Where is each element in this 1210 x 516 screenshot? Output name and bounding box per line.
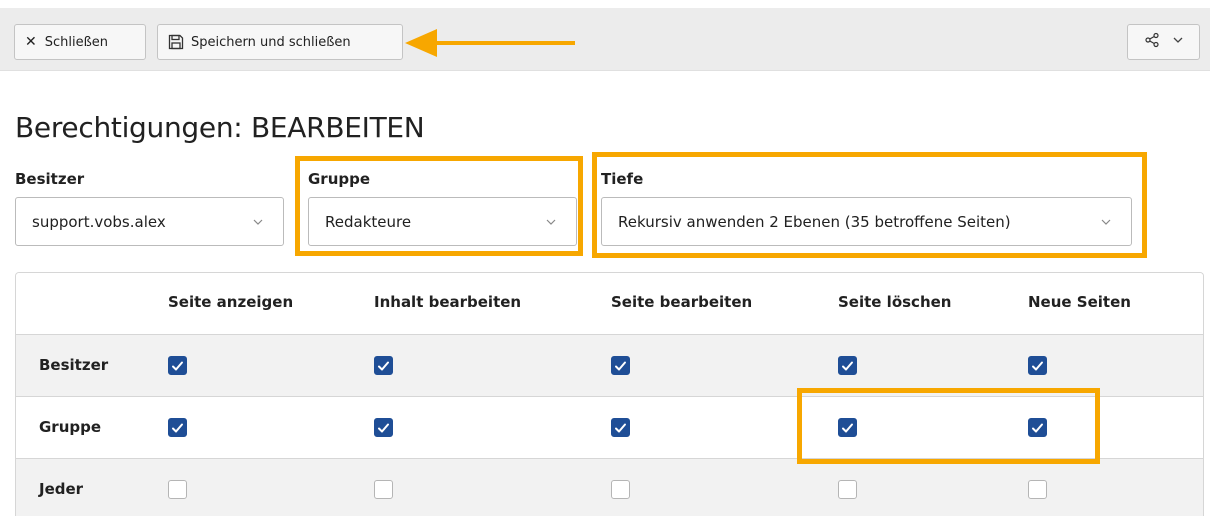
row-header: Besitzer (39, 356, 109, 374)
checkbox-edit-page[interactable] (611, 480, 630, 499)
chevron-down-icon (546, 219, 556, 225)
checkbox-delete-page[interactable] (838, 356, 857, 375)
column-header: Inhalt bearbeiten (374, 293, 522, 311)
save-and-close-label: Speichern und schließen (191, 34, 351, 50)
check-icon (1032, 423, 1043, 433)
checkbox-view-page[interactable] (168, 356, 187, 375)
checkbox-view-page[interactable] (168, 480, 187, 499)
toolbar: ✕ Schließen Speichern und schließen (0, 0, 1210, 78)
table-row: Besitzer (16, 334, 1203, 396)
owner-select-value: support.vobs.alex (32, 212, 166, 231)
group-select[interactable]: Redakteure (308, 197, 577, 246)
checkbox-edit-page[interactable] (611, 356, 630, 375)
column-header: Seite anzeigen (168, 293, 294, 311)
close-button[interactable]: ✕ Schließen (14, 24, 146, 60)
column-header: Seite löschen (838, 293, 952, 311)
row-header: Gruppe (39, 418, 102, 436)
permissions-table: Seite anzeigen Inhalt bearbeiten Seite b… (15, 272, 1204, 516)
checkbox-edit-page[interactable] (611, 418, 630, 437)
depth-label: Tiefe (601, 170, 644, 188)
close-icon: ✕ (25, 34, 37, 50)
checkbox-view-page[interactable] (168, 418, 187, 437)
column-header: Seite bearbeiten (611, 293, 753, 311)
table-row: Gruppe (16, 396, 1203, 458)
group-select-value: Redakteure (325, 212, 412, 231)
check-icon (615, 361, 626, 371)
checkbox-delete-page[interactable] (838, 480, 857, 499)
page-title: Berechtigungen: BEARBEITEN (15, 111, 425, 144)
check-icon (378, 361, 389, 371)
chevron-down-icon (1172, 34, 1184, 50)
share-button[interactable] (1127, 24, 1200, 60)
group-label: Gruppe (308, 170, 371, 188)
checkbox-new-pages[interactable] (1028, 418, 1047, 437)
save-and-close-button[interactable]: Speichern und schließen (157, 24, 403, 60)
chevron-down-icon (1101, 219, 1111, 225)
save-icon (168, 34, 184, 50)
check-icon (1032, 361, 1043, 371)
row-header: Jeder (39, 480, 84, 498)
checkbox-new-pages[interactable] (1028, 356, 1047, 375)
table-row: Jeder (16, 458, 1203, 516)
check-icon (172, 361, 183, 371)
share-icon (1144, 32, 1160, 52)
column-header: Neue Seiten (1028, 293, 1131, 311)
checkbox-edit-content[interactable] (374, 418, 393, 437)
checkbox-edit-content[interactable] (374, 356, 393, 375)
depth-select[interactable]: Rekursiv anwenden 2 Ebenen (35 betroffen… (601, 197, 1132, 246)
annotation-arrow (405, 29, 575, 57)
checkbox-delete-page[interactable] (838, 418, 857, 437)
check-icon (172, 423, 183, 433)
owner-label: Besitzer (15, 170, 85, 188)
close-button-label: Schließen (44, 34, 109, 50)
check-icon (615, 423, 626, 433)
checkbox-new-pages[interactable] (1028, 480, 1047, 499)
check-icon (378, 423, 389, 433)
depth-select-value: Rekursiv anwenden 2 Ebenen (35 betroffen… (618, 212, 1011, 231)
table-header-row: Seite anzeigen Inhalt bearbeiten Seite b… (16, 273, 1203, 334)
checkbox-edit-content[interactable] (374, 480, 393, 499)
check-icon (842, 423, 853, 433)
owner-select[interactable]: support.vobs.alex (15, 197, 284, 246)
chevron-down-icon (253, 219, 263, 225)
check-icon (842, 361, 853, 371)
